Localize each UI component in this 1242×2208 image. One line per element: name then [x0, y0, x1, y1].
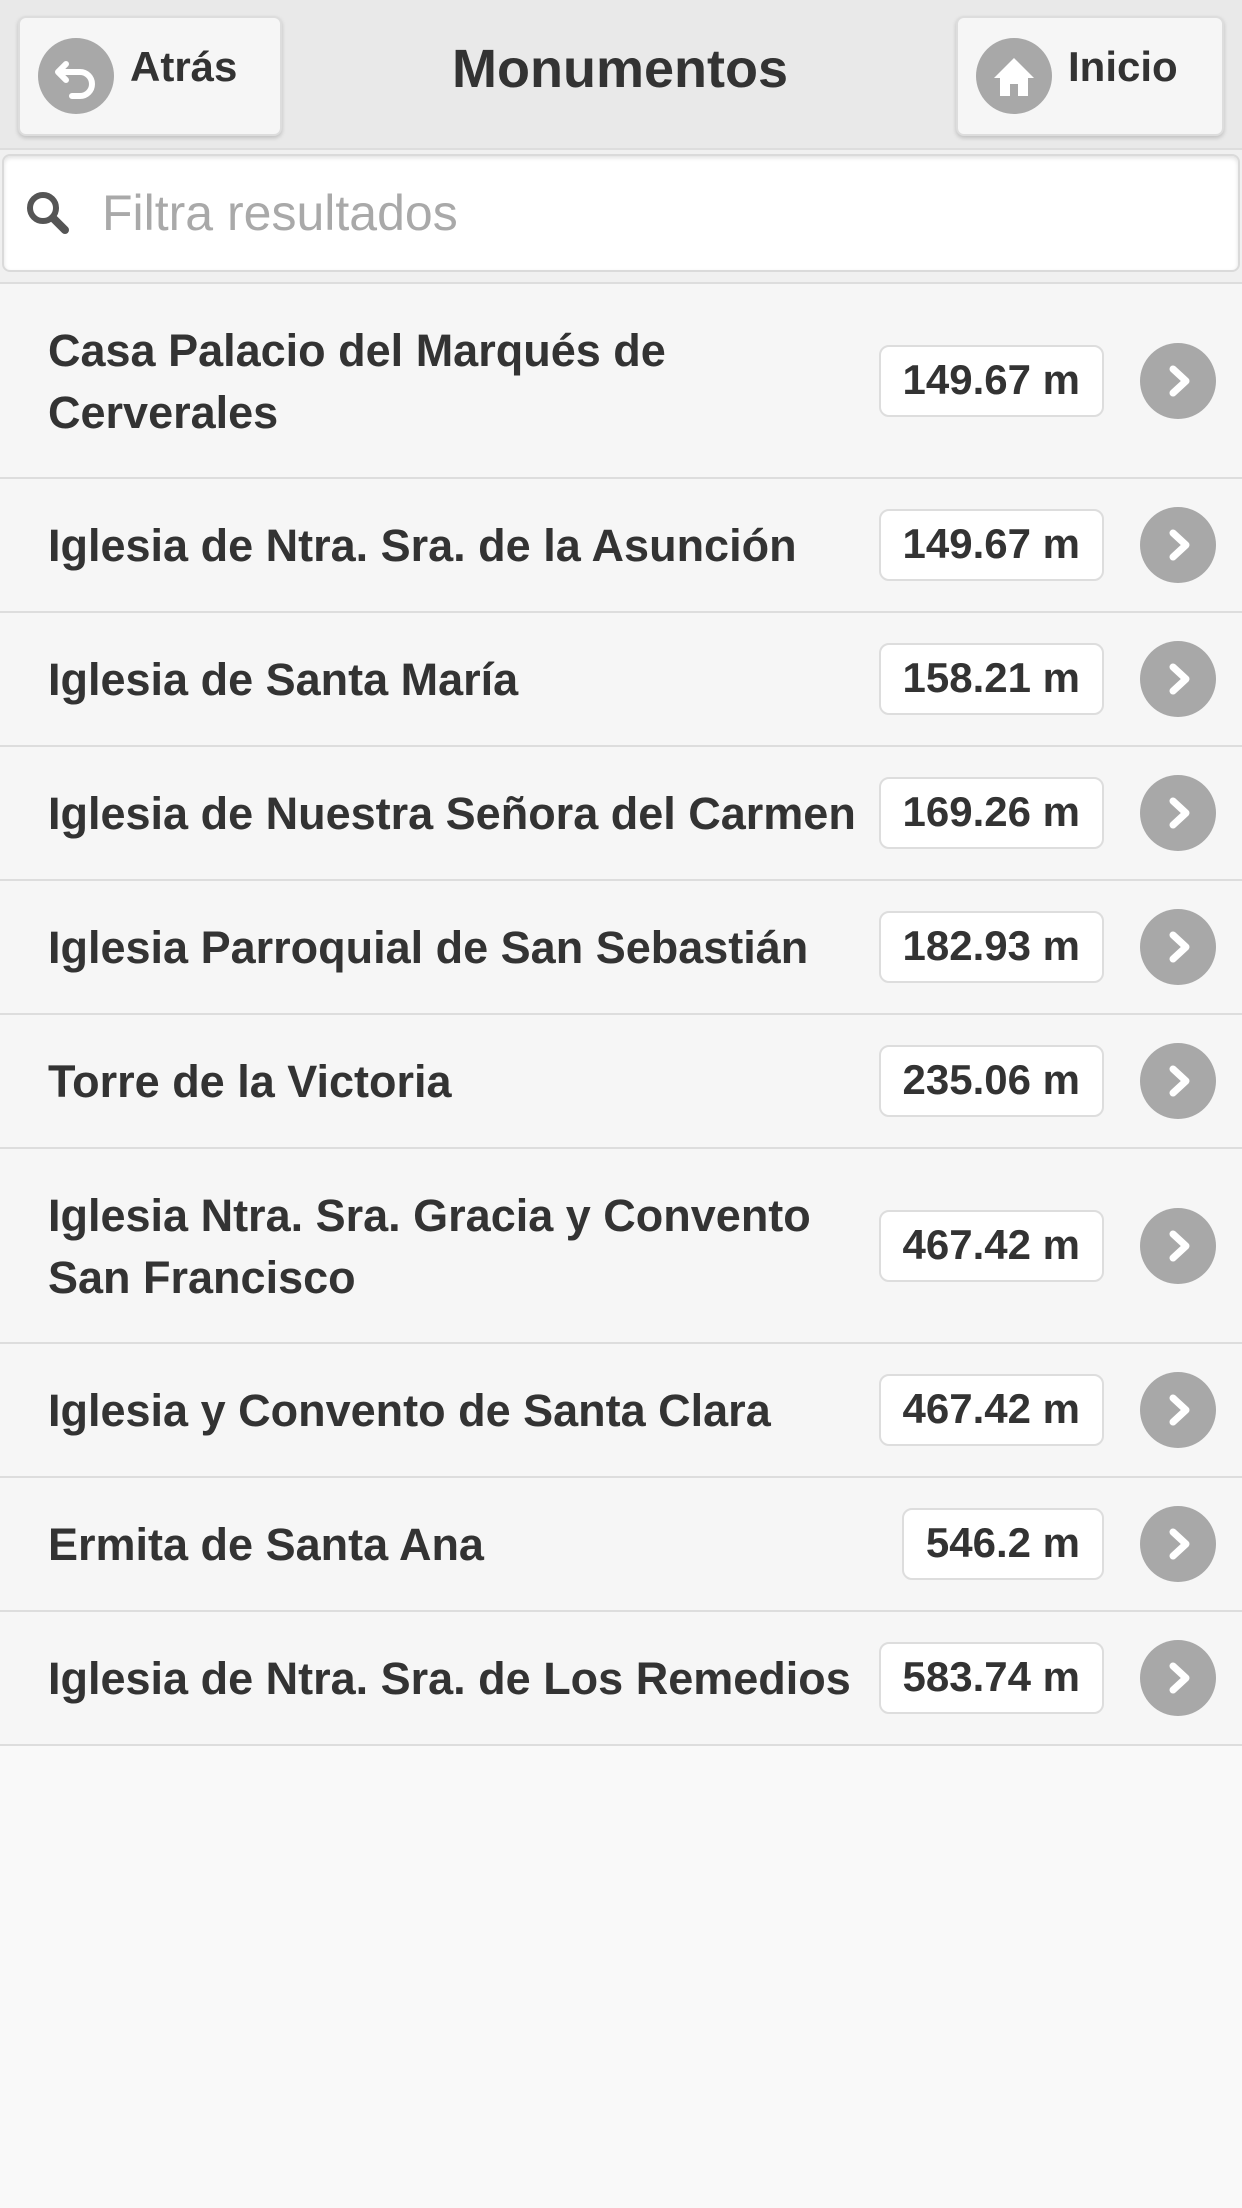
list-item[interactable]: Casa Palacio del Marqués de Cerverales 1…: [0, 284, 1242, 479]
chevron-right-icon: [1140, 507, 1216, 583]
list-item-title: Iglesia y Convento de Santa Clara: [48, 1385, 771, 1436]
search-bar: [0, 150, 1242, 282]
list-item-title: Iglesia Ntra. Sra. Gracia y Convento San…: [48, 1190, 811, 1303]
search-icon: [20, 185, 76, 241]
list-item[interactable]: Iglesia de Santa María 158.21 m: [0, 613, 1242, 747]
chevron-right-icon: [1140, 1372, 1216, 1448]
header-bar: Atrás Monumentos Inicio: [0, 0, 1242, 150]
chevron-right-icon: [1140, 641, 1216, 717]
chevron-right-icon: [1140, 1043, 1216, 1119]
distance-badge: 467.42 m: [878, 1209, 1104, 1282]
list-item[interactable]: Iglesia de Ntra. Sra. de Los Remedios 58…: [0, 1612, 1242, 1746]
distance-badge: 583.74 m: [878, 1642, 1104, 1714]
page-title: Monumentos: [452, 39, 788, 99]
distance-badge: 169.26 m: [878, 777, 1104, 849]
chevron-right-icon: [1140, 1640, 1216, 1716]
home-button-label: Inicio: [1068, 43, 1178, 90]
back-button[interactable]: Atrás: [18, 16, 282, 136]
list-item-title: Iglesia de Santa María: [48, 654, 519, 705]
distance-badge: 182.93 m: [878, 911, 1104, 983]
list-item[interactable]: Iglesia Parroquial de San Sebastián 182.…: [0, 881, 1242, 1015]
back-arrow-icon: [38, 38, 114, 114]
list-item-title: Iglesia Parroquial de San Sebastián: [48, 922, 809, 973]
list-item[interactable]: Iglesia de Ntra. Sra. de la Asunción 149…: [0, 479, 1242, 613]
back-button-label: Atrás: [130, 43, 238, 90]
list-item[interactable]: Iglesia Ntra. Sra. Gracia y Convento San…: [0, 1149, 1242, 1344]
monument-list: Casa Palacio del Marqués de Cerverales 1…: [0, 282, 1242, 1746]
search-box: [2, 154, 1240, 272]
list-item-title: Ermita de Santa Ana: [48, 1519, 484, 1570]
list-item[interactable]: Torre de la Victoria 235.06 m: [0, 1015, 1242, 1149]
list-item-title: Iglesia de Ntra. Sra. de la Asunción: [48, 520, 797, 571]
chevron-right-icon: [1140, 909, 1216, 985]
home-icon: [976, 38, 1052, 114]
list-item[interactable]: Ermita de Santa Ana 546.2 m: [0, 1478, 1242, 1612]
search-input[interactable]: [102, 173, 1182, 253]
home-button[interactable]: Inicio: [956, 16, 1224, 136]
list-item-title: Iglesia de Nuestra Señora del Carmen: [48, 788, 856, 839]
distance-badge: 546.2 m: [901, 1508, 1104, 1580]
list-item-title: Torre de la Victoria: [48, 1056, 452, 1107]
distance-badge: 158.21 m: [878, 643, 1104, 715]
list-item[interactable]: Iglesia de Nuestra Señora del Carmen 169…: [0, 747, 1242, 881]
chevron-right-icon: [1140, 342, 1216, 419]
distance-badge: 235.06 m: [878, 1045, 1104, 1117]
chevron-right-icon: [1140, 1506, 1216, 1582]
distance-badge: 149.67 m: [878, 344, 1104, 417]
chevron-right-icon: [1140, 1207, 1216, 1284]
list-item[interactable]: Iglesia y Convento de Santa Clara 467.42…: [0, 1344, 1242, 1478]
list-item-title: Casa Palacio del Marqués de Cerverales: [48, 325, 666, 438]
distance-badge: 467.42 m: [878, 1374, 1104, 1446]
chevron-right-icon: [1140, 775, 1216, 851]
list-item-title: Iglesia de Ntra. Sra. de Los Remedios: [48, 1653, 851, 1704]
distance-badge: 149.67 m: [878, 509, 1104, 581]
